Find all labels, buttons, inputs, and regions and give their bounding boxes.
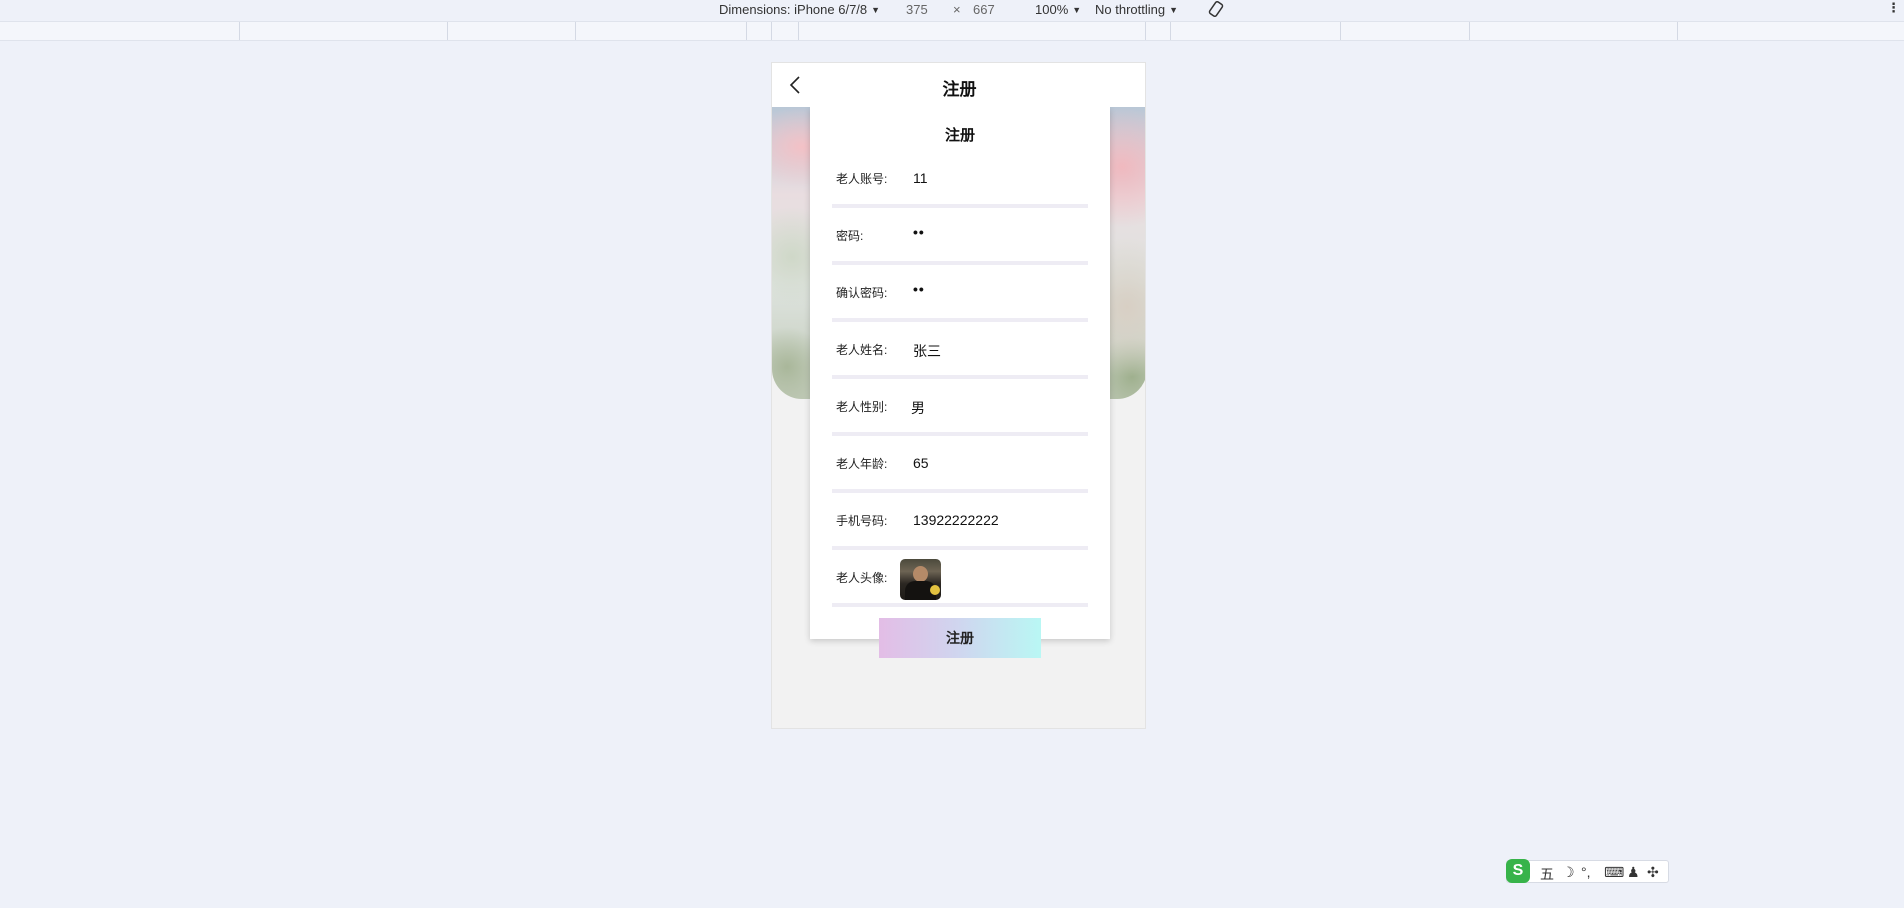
input-mode-icon[interactable]: 五 xyxy=(1540,864,1554,884)
chevron-down-icon: ▼ xyxy=(1072,5,1082,15)
punctuation-icon[interactable]: °, xyxy=(1581,864,1591,880)
field-label: 手机号码: xyxy=(836,514,888,528)
zoom-select[interactable]: 100% ▼ xyxy=(1035,2,1081,17)
field-label: 老人账号: xyxy=(836,172,888,186)
ruler-tick xyxy=(1170,22,1171,40)
rotate-icon[interactable] xyxy=(1207,0,1225,21)
ruler-tick xyxy=(1145,22,1146,40)
ruler-tick xyxy=(575,22,576,40)
throttling-select[interactable]: No throttling ▼ xyxy=(1095,2,1178,17)
avatar-flower xyxy=(930,585,940,595)
chevron-down-icon: ▼ xyxy=(871,5,881,15)
keyboard-icon[interactable]: ⌨ xyxy=(1604,864,1624,881)
device-dimensions-select[interactable]: Dimensions: iPhone 6/7/8 ▼ xyxy=(719,2,880,17)
ruler-tick xyxy=(746,22,747,40)
width-input[interactable]: 375 xyxy=(906,2,928,17)
register-form-card: 注册 老人账号: 11 密码: •• 确认密码: •• 老人姓名: 张三 老人性… xyxy=(810,107,1110,639)
height-input[interactable]: 667 xyxy=(973,2,995,17)
apps-icon[interactable]: ✣ xyxy=(1647,864,1659,881)
ruler-tick xyxy=(771,22,772,40)
ruler-tick xyxy=(1677,22,1678,40)
age-input[interactable]: 65 xyxy=(913,455,929,471)
devtools-toolbar: Dimensions: iPhone 6/7/8 ▼ 375 × 667 100%… xyxy=(0,0,1904,21)
register-button[interactable]: 注册 xyxy=(879,618,1041,658)
times-symbol: × xyxy=(953,2,961,17)
form-title: 注册 xyxy=(944,127,975,144)
user-icon[interactable]: ♟ xyxy=(1627,864,1640,881)
field-avatar: 老人头像: xyxy=(832,554,1088,607)
ruler-tick xyxy=(447,22,448,40)
media-query-ruler[interactable] xyxy=(0,21,1904,41)
ruler-tick xyxy=(1469,22,1470,40)
field-phone: 手机号码: 13922222222 xyxy=(832,497,1088,550)
field-age: 老人年龄: 65 xyxy=(832,440,1088,493)
ruler-tick xyxy=(798,22,799,40)
device-viewport: 注册 注册 老人账号: 11 密码: •• 确认密码: •• 老人姓名: 张三 … xyxy=(771,62,1146,729)
moon-icon[interactable]: ☽ xyxy=(1562,864,1575,881)
ruler-tick xyxy=(1340,22,1341,40)
field-gender: 老人性别: 男 xyxy=(832,383,1088,436)
page-title: 注册 xyxy=(942,80,977,99)
field-password: 密码: •• xyxy=(832,212,1088,265)
avatar-face xyxy=(913,566,928,582)
field-account: 老人账号: 11 xyxy=(832,155,1088,208)
name-input[interactable]: 张三 xyxy=(913,341,941,361)
field-label: 老人年龄: xyxy=(836,457,888,471)
navbar: 注册 xyxy=(772,63,1145,107)
chevron-down-icon: ▼ xyxy=(1169,5,1179,15)
field-label: 老人性别: xyxy=(836,400,888,414)
field-confirm-password: 确认密码: •• xyxy=(832,269,1088,322)
password-input[interactable]: •• xyxy=(913,224,925,240)
ruler-tick xyxy=(239,22,240,40)
ime-toolbar: S 五 ☽ °, ⌨ ♟ ✣ xyxy=(1506,859,1669,884)
sogou-logo-icon[interactable]: S xyxy=(1506,859,1530,883)
avatar-upload[interactable] xyxy=(900,559,941,600)
phone-input[interactable]: 13922222222 xyxy=(913,512,999,528)
field-label: 老人姓名: xyxy=(836,343,888,357)
more-options-icon[interactable]: ⋮ xyxy=(1887,0,1900,16)
field-label: 密码: xyxy=(836,229,864,243)
field-name: 老人姓名: 张三 xyxy=(832,326,1088,379)
account-input[interactable]: 11 xyxy=(913,170,928,186)
field-label: 确认密码: xyxy=(836,286,888,300)
gender-select[interactable]: 男 xyxy=(911,398,925,418)
field-label: 老人头像: xyxy=(836,571,888,585)
confirm-password-input[interactable]: •• xyxy=(913,281,925,297)
